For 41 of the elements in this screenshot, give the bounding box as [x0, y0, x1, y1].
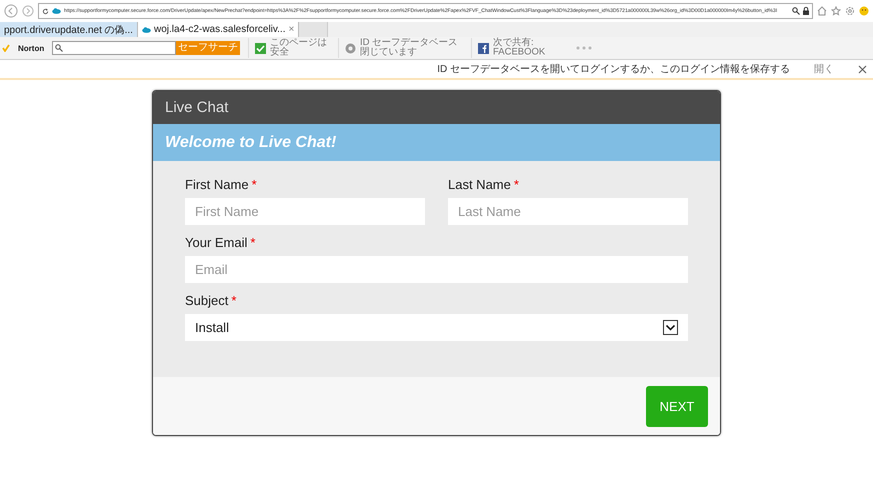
field-label: First Name * — [185, 177, 258, 192]
next-button[interactable]: NEXT — [646, 386, 708, 426]
cloud-icon — [52, 8, 61, 14]
star-icon[interactable] — [831, 6, 841, 16]
settings-icon[interactable] — [845, 6, 855, 16]
field-label: Last Name * — [448, 177, 520, 192]
close-icon[interactable] — [858, 64, 867, 74]
tab-close-button[interactable]: × — [288, 24, 294, 35]
smiley-icon[interactable] — [859, 6, 869, 16]
chat-header: Live Chat — [153, 91, 720, 124]
search-icon[interactable] — [792, 7, 800, 15]
field-label: Subject * — [185, 293, 238, 308]
facebook-icon — [478, 42, 489, 54]
check-logo-icon — [2, 44, 10, 52]
welcome-banner: Welcome to Live Chat! — [153, 124, 720, 161]
cloud-icon — [142, 26, 151, 32]
more-icon[interactable] — [576, 46, 592, 50]
input-field[interactable]: Last Name — [448, 198, 688, 225]
toolbar-item-text: 次で共有: FACEBOOK — [493, 38, 546, 58]
search-icon — [55, 44, 64, 52]
input-field[interactable]: Email — [185, 256, 688, 283]
home-icon[interactable] — [817, 6, 827, 16]
field-label: Your Email * — [185, 235, 256, 250]
info-message: ID セーフデータベースを開いてログインするか、このログイン情報を保存する — [437, 62, 790, 76]
brand-name: Norton — [18, 44, 44, 52]
browser-tab[interactable]: pport.driverupdate.net の偽... — [0, 22, 138, 37]
toolbar-item-text: このページは 安全 — [270, 38, 328, 58]
open-button[interactable]: 開く — [814, 62, 834, 76]
browser-tab[interactable]: woj.la4-c2-was.salesforceliv... × — [138, 22, 300, 37]
safe-search-button[interactable]: セーフサーチ — [176, 41, 240, 55]
refresh-icon[interactable] — [42, 8, 49, 14]
caret-icon — [663, 320, 678, 335]
back-icon[interactable] — [4, 4, 18, 18]
subject-select[interactable]: Install — [185, 314, 688, 341]
circle-icon — [345, 42, 356, 54]
forward-icon[interactable] — [22, 5, 34, 17]
search-field[interactable] — [52, 41, 176, 55]
toolbar-item-text: ID セーフデータベース 閉じています — [360, 38, 458, 58]
lock-icon — [803, 7, 809, 15]
check-icon — [255, 42, 266, 54]
input-field[interactable]: First Name — [185, 198, 425, 225]
